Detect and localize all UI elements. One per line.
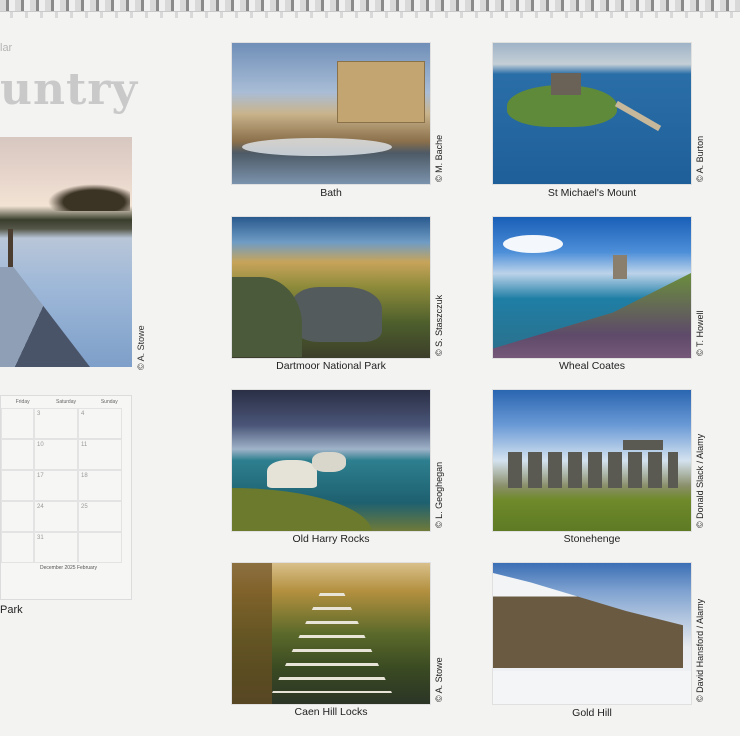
calendar-cell: 11 — [78, 439, 122, 470]
caption-caen-hill-locks: Caen Hill Locks — [294, 706, 368, 718]
left-photo-caption: Park — [0, 604, 23, 616]
wooden-jetty — [0, 267, 90, 367]
calendar-cell — [1, 532, 34, 563]
caption-st-michaels-mount: St Michael's Mount — [547, 187, 637, 199]
spiral-binding — [0, 0, 740, 12]
calendar-day-headers: Friday Saturday Sunday — [1, 396, 131, 408]
mini-calendar-label: December 2025 February — [40, 565, 97, 571]
calendar-cell: 24 — [34, 501, 78, 532]
calendar-cell — [1, 408, 34, 439]
caption-stonehenge: Stonehenge — [563, 533, 621, 545]
calendar-cell — [1, 439, 34, 470]
credit-bath: © M. Bache — [434, 134, 444, 182]
bath-photo — [231, 42, 431, 185]
calendar-supertitle: lar — [0, 42, 13, 54]
binding-holes — [0, 12, 740, 18]
day-header: Saturday — [55, 399, 76, 405]
credit-caen-hill-locks: © A. Stowe — [434, 657, 444, 702]
caption-bath: Bath — [320, 187, 342, 199]
day-header: Sunday — [100, 399, 118, 405]
calendar-cell: 18 — [78, 470, 122, 501]
credit-gold-hill: © David Hansford / Alamy — [695, 598, 705, 702]
stonehenge-photo — [492, 389, 692, 532]
calendar-cell: 17 — [34, 470, 78, 501]
calendar-cell: 3 — [34, 408, 78, 439]
caption-wheal-coates: Wheal Coates — [559, 360, 625, 372]
calendar-cell — [1, 501, 34, 532]
credit-old-harry-rocks: © L. Geoghegan — [434, 461, 444, 528]
caen-hill-locks-photo — [231, 562, 431, 705]
credit-stonehenge: © Donald Slack / Alamy — [695, 433, 705, 528]
day-header: Friday — [15, 399, 30, 405]
credit-st-michaels-mount: © A. Burton — [695, 135, 705, 182]
calendar-cell: 4 — [78, 408, 122, 439]
photo-credit-left: © A. Stowe — [136, 325, 146, 370]
calendar-cell: 31 — [34, 532, 78, 563]
trees-reflection — [40, 181, 130, 211]
calendar-cell — [78, 532, 122, 563]
caption-gold-hill: Gold Hill — [572, 707, 612, 719]
calendar-cells: 3 4 10 11 17 18 24 25 31 — [1, 408, 131, 563]
dartmoor-photo — [231, 216, 431, 359]
wheal-coates-photo — [492, 216, 692, 359]
gold-hill-photo — [492, 562, 692, 705]
calendar-cell: 25 — [78, 501, 122, 532]
credit-dartmoor: © S. Staszczuk — [434, 294, 444, 356]
st-michaels-mount-photo — [492, 42, 692, 185]
calendar-title: untry — [0, 64, 139, 115]
credit-wheal-coates: © T. Howell — [695, 310, 705, 356]
calendar-cell — [1, 470, 34, 501]
calendar-cell: 10 — [34, 439, 78, 470]
caption-old-harry-rocks: Old Harry Rocks — [292, 533, 370, 545]
lake-jetty-photo — [0, 137, 132, 367]
old-harry-rocks-photo — [231, 389, 431, 532]
caption-dartmoor: Dartmoor National Park — [276, 360, 386, 372]
